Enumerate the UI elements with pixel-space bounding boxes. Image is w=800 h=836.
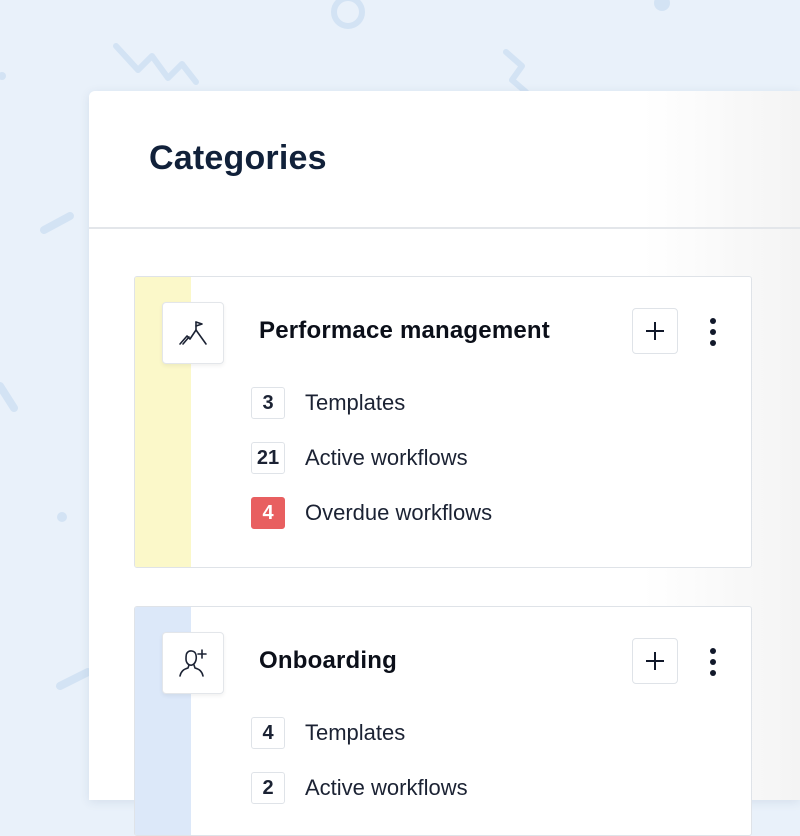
add-person-icon: [162, 632, 224, 694]
category-card-performance-management[interactable]: Performace management 3 Templates 21 Act…: [134, 276, 752, 568]
panel-header: Categories: [89, 91, 800, 229]
plus-icon: [646, 652, 664, 670]
stat-active-workflows[interactable]: 21 Active workflows: [251, 441, 468, 475]
stat-count: 21: [251, 442, 285, 474]
mountain-flag-icon: [162, 302, 224, 364]
category-card-onboarding[interactable]: Onboarding 4 Templates 2 Active workflow…: [134, 606, 752, 836]
stat-label: Templates: [305, 390, 406, 415]
category-title: Onboarding: [259, 647, 397, 674]
stat-templates[interactable]: 3 Templates: [251, 386, 405, 420]
page-title: Categories: [149, 139, 327, 177]
stat-label: Active workflows: [305, 775, 468, 800]
overdue-count-badge: 4: [251, 497, 285, 529]
stat-templates[interactable]: 4 Templates: [251, 716, 405, 750]
categories-panel: Categories Performace management 3 Templ…: [89, 91, 800, 836]
plus-icon: [646, 322, 664, 340]
stat-label: Overdue workflows: [305, 500, 493, 525]
more-vertical-icon[interactable]: [701, 318, 725, 346]
stat-label: Active workflows: [305, 445, 468, 470]
stat-count: 2: [251, 772, 285, 804]
more-vertical-icon[interactable]: [701, 648, 725, 676]
stat-count: 3: [251, 387, 285, 419]
stat-label: Templates: [305, 720, 406, 745]
add-button[interactable]: [632, 638, 678, 684]
add-button[interactable]: [632, 308, 678, 354]
category-title: Performace management: [259, 317, 550, 344]
stat-count: 4: [251, 717, 285, 749]
stat-overdue-workflows[interactable]: 4 Overdue workflows: [251, 496, 492, 530]
